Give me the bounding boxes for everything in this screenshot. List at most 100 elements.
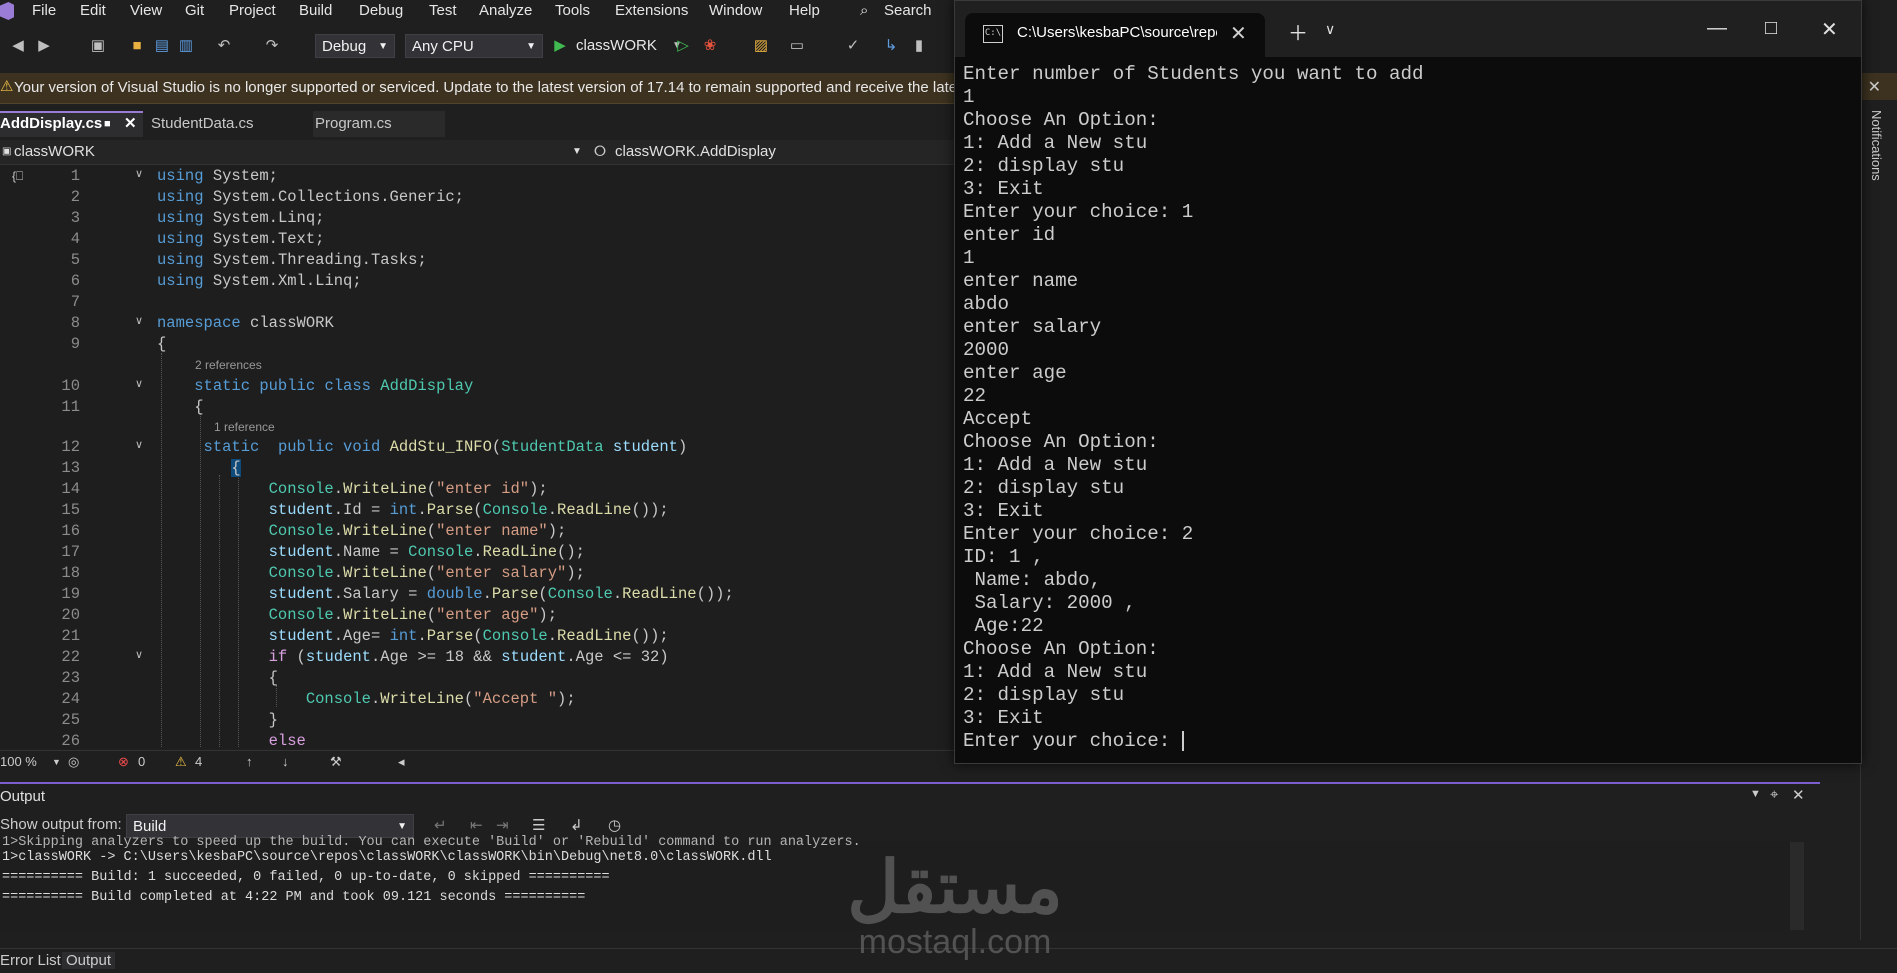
menu-git[interactable]: Git bbox=[185, 2, 204, 19]
search-icon[interactable]: ⌕ bbox=[860, 2, 868, 19]
scroll-left-icon[interactable]: ◂ bbox=[398, 754, 405, 770]
previous-message-icon[interactable]: ⇤ bbox=[470, 816, 483, 834]
undo-icon[interactable]: ↶ bbox=[214, 35, 234, 57]
window-position-icon[interactable]: ▼ bbox=[1750, 788, 1761, 800]
menu-analyze[interactable]: Analyze bbox=[479, 2, 532, 19]
terminal-line: enter age bbox=[963, 362, 1067, 384]
close-icon[interactable]: ✕ bbox=[1792, 786, 1805, 804]
menu-file[interactable]: File bbox=[32, 2, 56, 19]
code-editor[interactable]: {⎕ 1 ∨ using System; 2 using System.Collect… bbox=[0, 165, 960, 748]
terminal-line: 1: Add a New stu bbox=[963, 454, 1148, 476]
new-tab-icon[interactable]: ＋ bbox=[1288, 17, 1308, 46]
menu-test[interactable]: Test bbox=[429, 2, 457, 19]
terminal-output[interactable]: Enter number of Students you want to add… bbox=[963, 63, 1853, 753]
method-references-codelens[interactable]: 1 reference bbox=[214, 420, 275, 434]
configuration-dropdown[interactable]: Debug ▼ bbox=[315, 34, 395, 58]
hot-reload-icon[interactable]: ❀ bbox=[700, 35, 720, 57]
pin-icon[interactable]: ⌖ bbox=[1770, 786, 1778, 803]
minimize-icon[interactable]: — bbox=[1707, 17, 1727, 40]
platform-dropdown[interactable]: Any CPU ▼ bbox=[405, 34, 543, 58]
pin-icon[interactable]: ■ bbox=[104, 113, 111, 135]
tab-program[interactable]: Program.cs bbox=[313, 111, 445, 137]
menu-help[interactable]: Help bbox=[789, 2, 820, 19]
start-without-debugging-icon[interactable]: ▷ bbox=[673, 35, 693, 57]
run-target-button[interactable]: classWORK bbox=[576, 35, 666, 57]
step-icon[interactable]: ↳ bbox=[880, 35, 902, 57]
maximize-icon[interactable]: □ bbox=[1765, 17, 1777, 40]
zoom-dropdown[interactable]: 100 % bbox=[0, 754, 37, 769]
terminal-window[interactable]: C:\ C:\Users\kesbaPC\source\repos ✕ ＋ ∨ … bbox=[954, 0, 1862, 764]
collapse-icon: ∨ bbox=[135, 440, 144, 452]
find-in-files-icon[interactable]: ▨ bbox=[750, 35, 772, 57]
terminal-tab[interactable]: C:\ C:\Users\kesbaPC\source\repos ✕ bbox=[965, 13, 1265, 57]
bookmark-icon[interactable]: ▮ bbox=[908, 35, 930, 57]
save-icon[interactable]: ▤ bbox=[152, 35, 172, 57]
terminal-prompt-line[interactable]: Enter your choice: bbox=[963, 730, 1853, 753]
chevron-down-icon[interactable]: ▼ bbox=[52, 757, 61, 767]
back-icon[interactable]: ◀ bbox=[8, 35, 28, 57]
chevron-down-icon[interactable]: ∨ bbox=[1325, 21, 1335, 38]
close-icon[interactable]: ✕ bbox=[1821, 17, 1838, 42]
start-debugging-icon[interactable]: ▶ bbox=[552, 35, 568, 57]
code-line: 22 ∨ if (student.Age >= 18 && student.Age… bbox=[61, 648, 669, 666]
code-line: 6 using System.Xml.Linq; bbox=[70, 272, 362, 290]
clear-all-icon[interactable]: ☰ bbox=[532, 816, 545, 834]
close-icon[interactable]: ✕ bbox=[1230, 21, 1247, 46]
search-button[interactable]: Search bbox=[884, 2, 932, 19]
code-line: 13 { bbox=[61, 459, 241, 477]
menu-edit[interactable]: Edit bbox=[80, 2, 106, 19]
code-line: 7 bbox=[70, 293, 80, 311]
redo-icon[interactable]: ↷ bbox=[262, 35, 282, 57]
menu-debug[interactable]: Debug bbox=[359, 2, 403, 19]
next-issue-icon[interactable]: ↓ bbox=[282, 754, 289, 769]
chevron-down-icon[interactable]: ▼ bbox=[572, 146, 582, 157]
health-icon[interactable]: ◎ bbox=[68, 754, 79, 770]
tab-error-list[interactable]: Error List bbox=[0, 952, 61, 969]
menu-view[interactable]: View bbox=[130, 2, 162, 19]
spell-check-icon[interactable]: ✓ bbox=[842, 35, 864, 57]
class-references-codelens[interactable]: 2 references bbox=[195, 358, 262, 372]
error-icon[interactable]: ⊗ bbox=[118, 754, 129, 770]
timestamp-icon[interactable]: ◷ bbox=[608, 816, 621, 834]
open-folder-icon[interactable]: ■ bbox=[126, 35, 148, 57]
output-vertical-scrollbar[interactable] bbox=[1790, 842, 1804, 930]
go-to-message-icon[interactable]: ↵ bbox=[434, 816, 447, 834]
forward-icon[interactable]: ▶ bbox=[34, 35, 54, 57]
previous-issue-icon[interactable]: ↑ bbox=[246, 754, 253, 769]
menu-tools[interactable]: Tools bbox=[555, 2, 590, 19]
error-count[interactable]: 0 bbox=[138, 754, 145, 769]
terminal-prompt: Enter your choice: bbox=[963, 730, 1182, 752]
tab-studentdata[interactable]: StudentData.cs bbox=[151, 111, 301, 137]
code-line: 1 ∨ using System; bbox=[70, 167, 278, 185]
layout-icon[interactable]: ▭ bbox=[786, 35, 808, 57]
tab-output[interactable]: Output bbox=[62, 952, 116, 969]
save-all-icon[interactable]: ▥ bbox=[176, 35, 196, 57]
notifications-tab[interactable]: Notifications bbox=[1869, 110, 1884, 181]
watermark-latin: mostaql.com bbox=[858, 923, 1052, 961]
code-line: 20 Console.WriteLine("enter age"); bbox=[61, 606, 558, 624]
terminal-line: Salary: 2000 , bbox=[963, 592, 1136, 614]
close-icon[interactable]: ✕ bbox=[1868, 77, 1881, 97]
menu-project[interactable]: Project bbox=[229, 2, 276, 19]
word-wrap-icon[interactable]: ↲ bbox=[570, 816, 583, 834]
close-icon[interactable]: ✕ bbox=[124, 113, 137, 135]
terminal-title-bar: C:\ C:\Users\kesbaPC\source\repos ✕ ＋ ∨ … bbox=[955, 1, 1861, 57]
menu-window[interactable]: Window bbox=[709, 2, 762, 19]
code-line: 2 using System.Collections.Generic; bbox=[70, 188, 464, 206]
tab-adddisplay[interactable]: AddDisplay.cs ■ ✕ bbox=[0, 111, 143, 137]
terminal-tab-title: C:\Users\kesbaPC\source\repos bbox=[1017, 24, 1217, 41]
menu-build[interactable]: Build bbox=[299, 2, 332, 19]
code-cleanup-icon[interactable]: ⚒ bbox=[330, 754, 342, 770]
new-project-icon[interactable]: ▣ bbox=[86, 35, 110, 57]
next-message-icon[interactable]: ⇥ bbox=[496, 816, 509, 834]
menu-extensions[interactable]: Extensions bbox=[615, 2, 688, 19]
terminal-line: Enter number of Students you want to add bbox=[963, 63, 1424, 85]
warning-count[interactable]: 4 bbox=[195, 754, 202, 769]
code-line: 5 using System.Threading.Tasks; bbox=[70, 251, 427, 269]
project-dropdown[interactable]: classWORK bbox=[14, 143, 95, 160]
warning-icon[interactable]: ⚠ bbox=[175, 754, 187, 770]
terminal-line: 3: Exit bbox=[963, 500, 1044, 522]
terminal-line: 1 bbox=[963, 247, 975, 269]
scope-dropdown[interactable]: classWORK.AddDisplay bbox=[615, 143, 776, 160]
terminal-line: enter salary bbox=[963, 316, 1102, 338]
